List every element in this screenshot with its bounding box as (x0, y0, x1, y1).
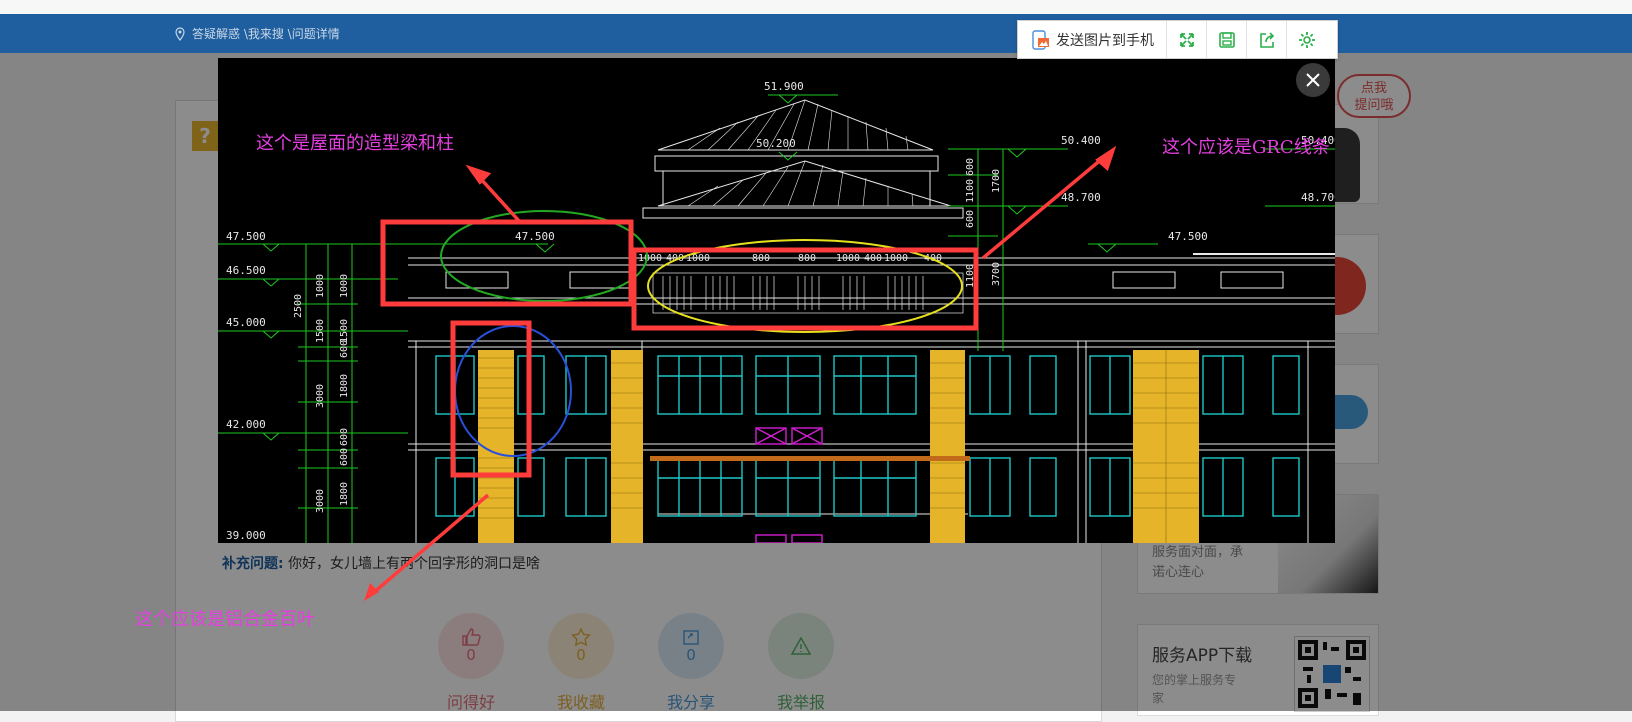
svg-text:3000: 3000 (315, 384, 326, 408)
elevation-39000: 39.000 (226, 529, 266, 542)
svg-text:3000: 3000 (315, 489, 326, 513)
svg-text:1500: 1500 (315, 319, 326, 343)
svg-text:800: 800 (798, 253, 816, 264)
annotation-louver: 这个应该是铝合金百叶 (135, 609, 315, 630)
breadcrumb-text[interactable]: 答疑解惑 \我来搜 \问题详情 (192, 25, 340, 42)
svg-text:2500: 2500 (293, 294, 304, 318)
elevation-47500: 47.500 (226, 230, 266, 243)
svg-text:600: 600 (339, 448, 350, 466)
export-icon (1259, 31, 1274, 48)
svg-text:1800: 1800 (339, 482, 350, 506)
svg-text:1500: 1500 (339, 319, 350, 343)
elevation-42000: 42.000 (226, 418, 266, 431)
elevation-47500-right: 47.500 (1168, 230, 1208, 243)
svg-text:400: 400 (864, 253, 882, 264)
elevation-45000: 45.000 (226, 316, 266, 329)
elevation-48700: 48.700 (1061, 191, 1101, 204)
phone-image-icon (1032, 29, 1049, 50)
location-pin-icon (175, 26, 185, 41)
send-to-phone-label: 发送图片到手机 (1056, 32, 1154, 49)
svg-text:1800: 1800 (339, 374, 350, 398)
annotation-grc-line: 这个应该是GRC线条 (1162, 137, 1330, 158)
fullscreen-button[interactable] (1167, 21, 1207, 58)
svg-text:1100: 1100 (965, 179, 976, 203)
elevation-51900: 51.900 (764, 80, 804, 93)
settings-button[interactable] (1287, 21, 1326, 58)
svg-text:800: 800 (752, 253, 770, 264)
svg-text:1000: 1000 (638, 253, 662, 264)
settings-icon (1298, 31, 1315, 48)
elevation-50200: 50.200 (756, 137, 796, 150)
top-strip (0, 0, 1632, 14)
svg-text:600: 600 (965, 210, 976, 228)
close-viewer-button[interactable] (1296, 63, 1330, 97)
svg-text:600: 600 (965, 158, 976, 176)
svg-text:3700: 3700 (991, 262, 1002, 286)
svg-text:1000: 1000 (315, 274, 326, 298)
close-icon (1306, 73, 1320, 87)
save-button[interactable] (1207, 21, 1247, 58)
annotation-roof-beam: 这个是屋面的造型梁和柱 (256, 133, 454, 154)
svg-text:1000: 1000 (339, 274, 350, 298)
elevation-47500-mid: 47.500 (515, 230, 555, 243)
elevation-50400: 50.400 (1061, 134, 1101, 147)
svg-text:1000: 1000 (884, 253, 908, 264)
svg-text:1000: 1000 (836, 253, 860, 264)
image-viewer-toolbar: 发送图片到手机 (1017, 20, 1338, 59)
svg-text:600: 600 (339, 428, 350, 446)
fullscreen-icon (1179, 32, 1194, 47)
elevation-46500: 46.500 (226, 264, 266, 277)
send-to-phone-button[interactable]: 发送图片到手机 (1018, 21, 1167, 58)
export-button[interactable] (1247, 21, 1287, 58)
elevation-48700-edge: 48.700 (1301, 191, 1335, 204)
svg-text:600: 600 (339, 340, 350, 358)
breadcrumb: 答疑解惑 \我来搜 \问题详情 (174, 25, 340, 42)
save-icon (1218, 31, 1235, 48)
louver-arrow (364, 493, 490, 601)
svg-text:1700: 1700 (991, 169, 1002, 193)
